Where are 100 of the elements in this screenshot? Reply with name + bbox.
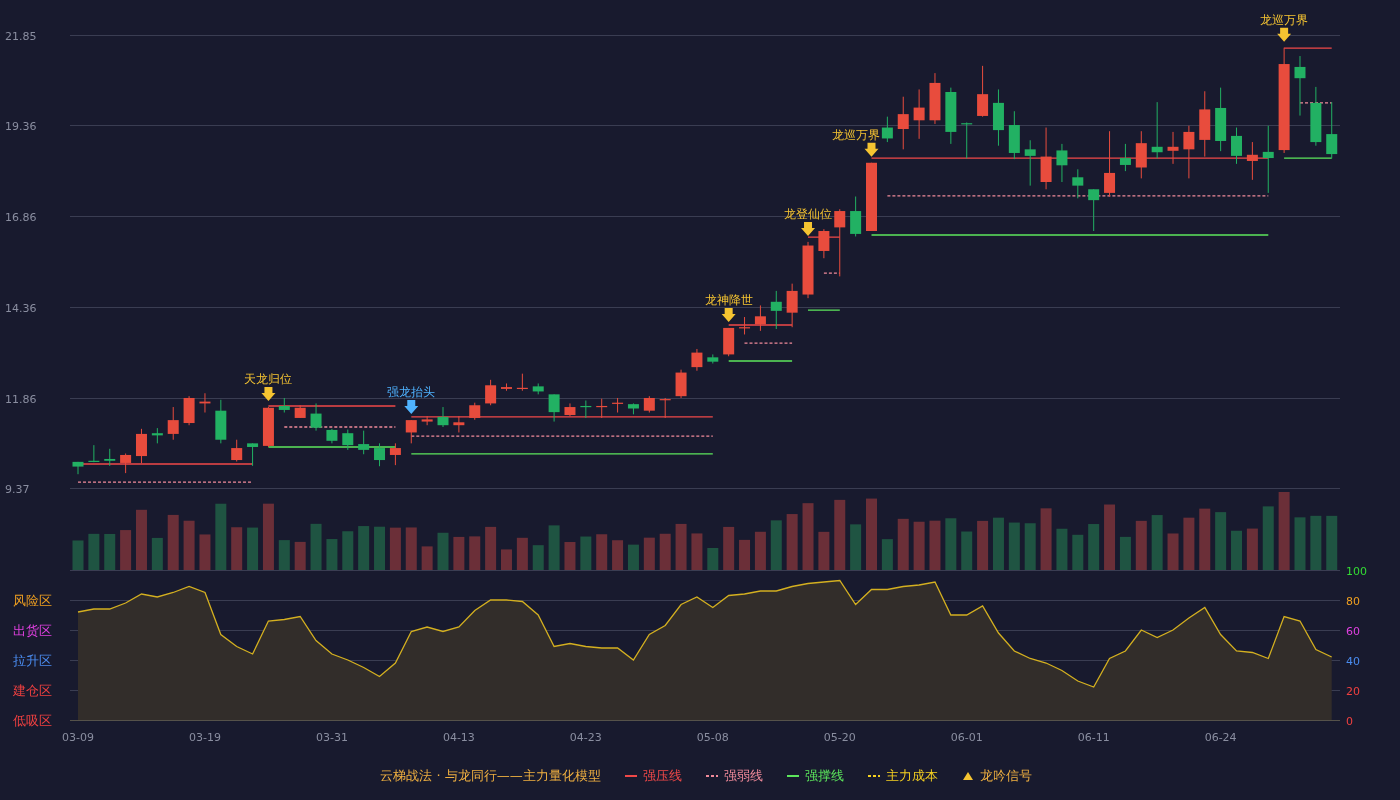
candlestick bbox=[120, 453, 132, 474]
candlestick bbox=[929, 72, 941, 125]
candlestick bbox=[1183, 125, 1195, 179]
candlestick bbox=[88, 444, 100, 463]
candlestick bbox=[723, 327, 735, 357]
candlestick bbox=[1008, 110, 1020, 160]
candlestick bbox=[564, 402, 576, 417]
candlestick bbox=[516, 373, 528, 392]
zone-label: 低吸区 bbox=[13, 713, 52, 728]
signal-label: 龙巡万界 bbox=[1260, 12, 1309, 27]
candlestick bbox=[643, 395, 655, 413]
candlestick bbox=[754, 304, 766, 332]
candlestick bbox=[326, 428, 338, 444]
candlestick bbox=[199, 392, 211, 413]
signal-label: 天龙归位 bbox=[244, 372, 293, 387]
axis-label: 03-31 bbox=[315, 731, 348, 744]
candlestick bbox=[231, 439, 243, 462]
candlestick bbox=[501, 382, 512, 392]
signal-label: 龙登仙位 bbox=[784, 206, 832, 221]
axis-label: 20 bbox=[1346, 684, 1360, 698]
axis-label: 60 bbox=[1346, 624, 1360, 638]
zone-label: 风险区 bbox=[13, 593, 52, 608]
axis-label: 06-24 bbox=[1204, 731, 1237, 744]
candlestick bbox=[945, 87, 957, 145]
legend-label: 主力成本 bbox=[885, 767, 938, 785]
axis-label: 04-13 bbox=[442, 731, 475, 744]
candlestick bbox=[437, 406, 449, 428]
candlestick bbox=[596, 398, 608, 419]
candlestick bbox=[977, 65, 989, 118]
candlestick bbox=[485, 379, 497, 406]
legend-label: 龙吟信号 bbox=[979, 767, 1032, 785]
axis-label: 9.37 bbox=[5, 482, 30, 496]
candlestick bbox=[389, 442, 401, 466]
candlestick bbox=[548, 393, 560, 423]
candlestick bbox=[580, 400, 592, 419]
candlestick bbox=[1262, 125, 1274, 194]
candlestick bbox=[310, 402, 322, 432]
axis-label: 40 bbox=[1346, 654, 1360, 668]
candlestick bbox=[215, 399, 227, 444]
candlestick bbox=[913, 88, 925, 140]
axis-label: 06-01 bbox=[950, 731, 983, 744]
zone-label: 建仓区 bbox=[13, 683, 52, 698]
axis-label: 05-08 bbox=[696, 731, 729, 744]
candlestick bbox=[1326, 101, 1338, 159]
candlestick bbox=[405, 419, 417, 444]
candlestick bbox=[1294, 55, 1306, 117]
candlestick bbox=[1104, 130, 1116, 198]
axis-label: 100 bbox=[1346, 564, 1367, 578]
candlestick bbox=[866, 162, 877, 232]
candlestick bbox=[961, 122, 973, 159]
signal-label: 强龙抬头 bbox=[387, 385, 436, 400]
signal-label: 龙神降世 bbox=[704, 292, 753, 307]
signal-label: 龙巡万界 bbox=[832, 127, 881, 142]
candlestick bbox=[1231, 127, 1242, 165]
candlestick bbox=[770, 290, 782, 330]
axis-label: 80 bbox=[1346, 594, 1360, 608]
candlestick bbox=[897, 96, 909, 150]
candlestick bbox=[612, 397, 624, 413]
candlestick bbox=[1135, 130, 1147, 179]
candlestick bbox=[453, 415, 465, 433]
candlestick bbox=[739, 316, 751, 335]
axis-label: 03-09 bbox=[62, 731, 94, 744]
candlestick bbox=[834, 208, 846, 277]
candlestick bbox=[151, 427, 163, 444]
axis-label: 11.86 bbox=[5, 392, 37, 406]
axis-label: 21.85 bbox=[5, 29, 37, 43]
candlestick bbox=[1215, 87, 1227, 152]
zone-label: 出货区 bbox=[13, 623, 52, 638]
candlestick bbox=[1151, 101, 1163, 159]
candlestick bbox=[659, 397, 671, 419]
candlestick bbox=[850, 196, 862, 237]
candlestick bbox=[1072, 168, 1084, 199]
legend-label: 强压线 bbox=[642, 767, 682, 785]
candlestick bbox=[374, 442, 386, 467]
candlestick bbox=[294, 404, 306, 419]
candlestick bbox=[1199, 90, 1211, 158]
axis-label: 05-20 bbox=[823, 731, 856, 744]
candlestick bbox=[675, 369, 687, 399]
candlestick bbox=[278, 397, 290, 413]
axis-label: 16.86 bbox=[5, 210, 37, 224]
candlestick bbox=[1056, 143, 1068, 183]
candlestick bbox=[881, 116, 893, 143]
candlestick bbox=[104, 448, 116, 467]
legend-title: 云梯战法 · 与龙同行——主力量化模型 bbox=[380, 767, 601, 785]
axis-label: 0 bbox=[1346, 714, 1353, 728]
legend-label: 强弱线 bbox=[723, 767, 763, 785]
candlestick bbox=[1167, 131, 1179, 165]
candlestick bbox=[1246, 141, 1258, 181]
legend-label: 强撑线 bbox=[804, 767, 844, 785]
axis-label: 06-11 bbox=[1077, 731, 1110, 744]
candlestick bbox=[247, 442, 259, 467]
candlestick bbox=[992, 88, 1004, 147]
zone-label: 拉升区 bbox=[13, 653, 52, 668]
candlestick bbox=[421, 415, 433, 426]
candlestick bbox=[72, 461, 84, 475]
axis-label: 19.36 bbox=[5, 119, 37, 133]
candlestick bbox=[136, 428, 147, 464]
candlestick bbox=[1119, 143, 1131, 172]
candlestick bbox=[707, 353, 719, 364]
axis-label: 14.36 bbox=[5, 301, 37, 315]
